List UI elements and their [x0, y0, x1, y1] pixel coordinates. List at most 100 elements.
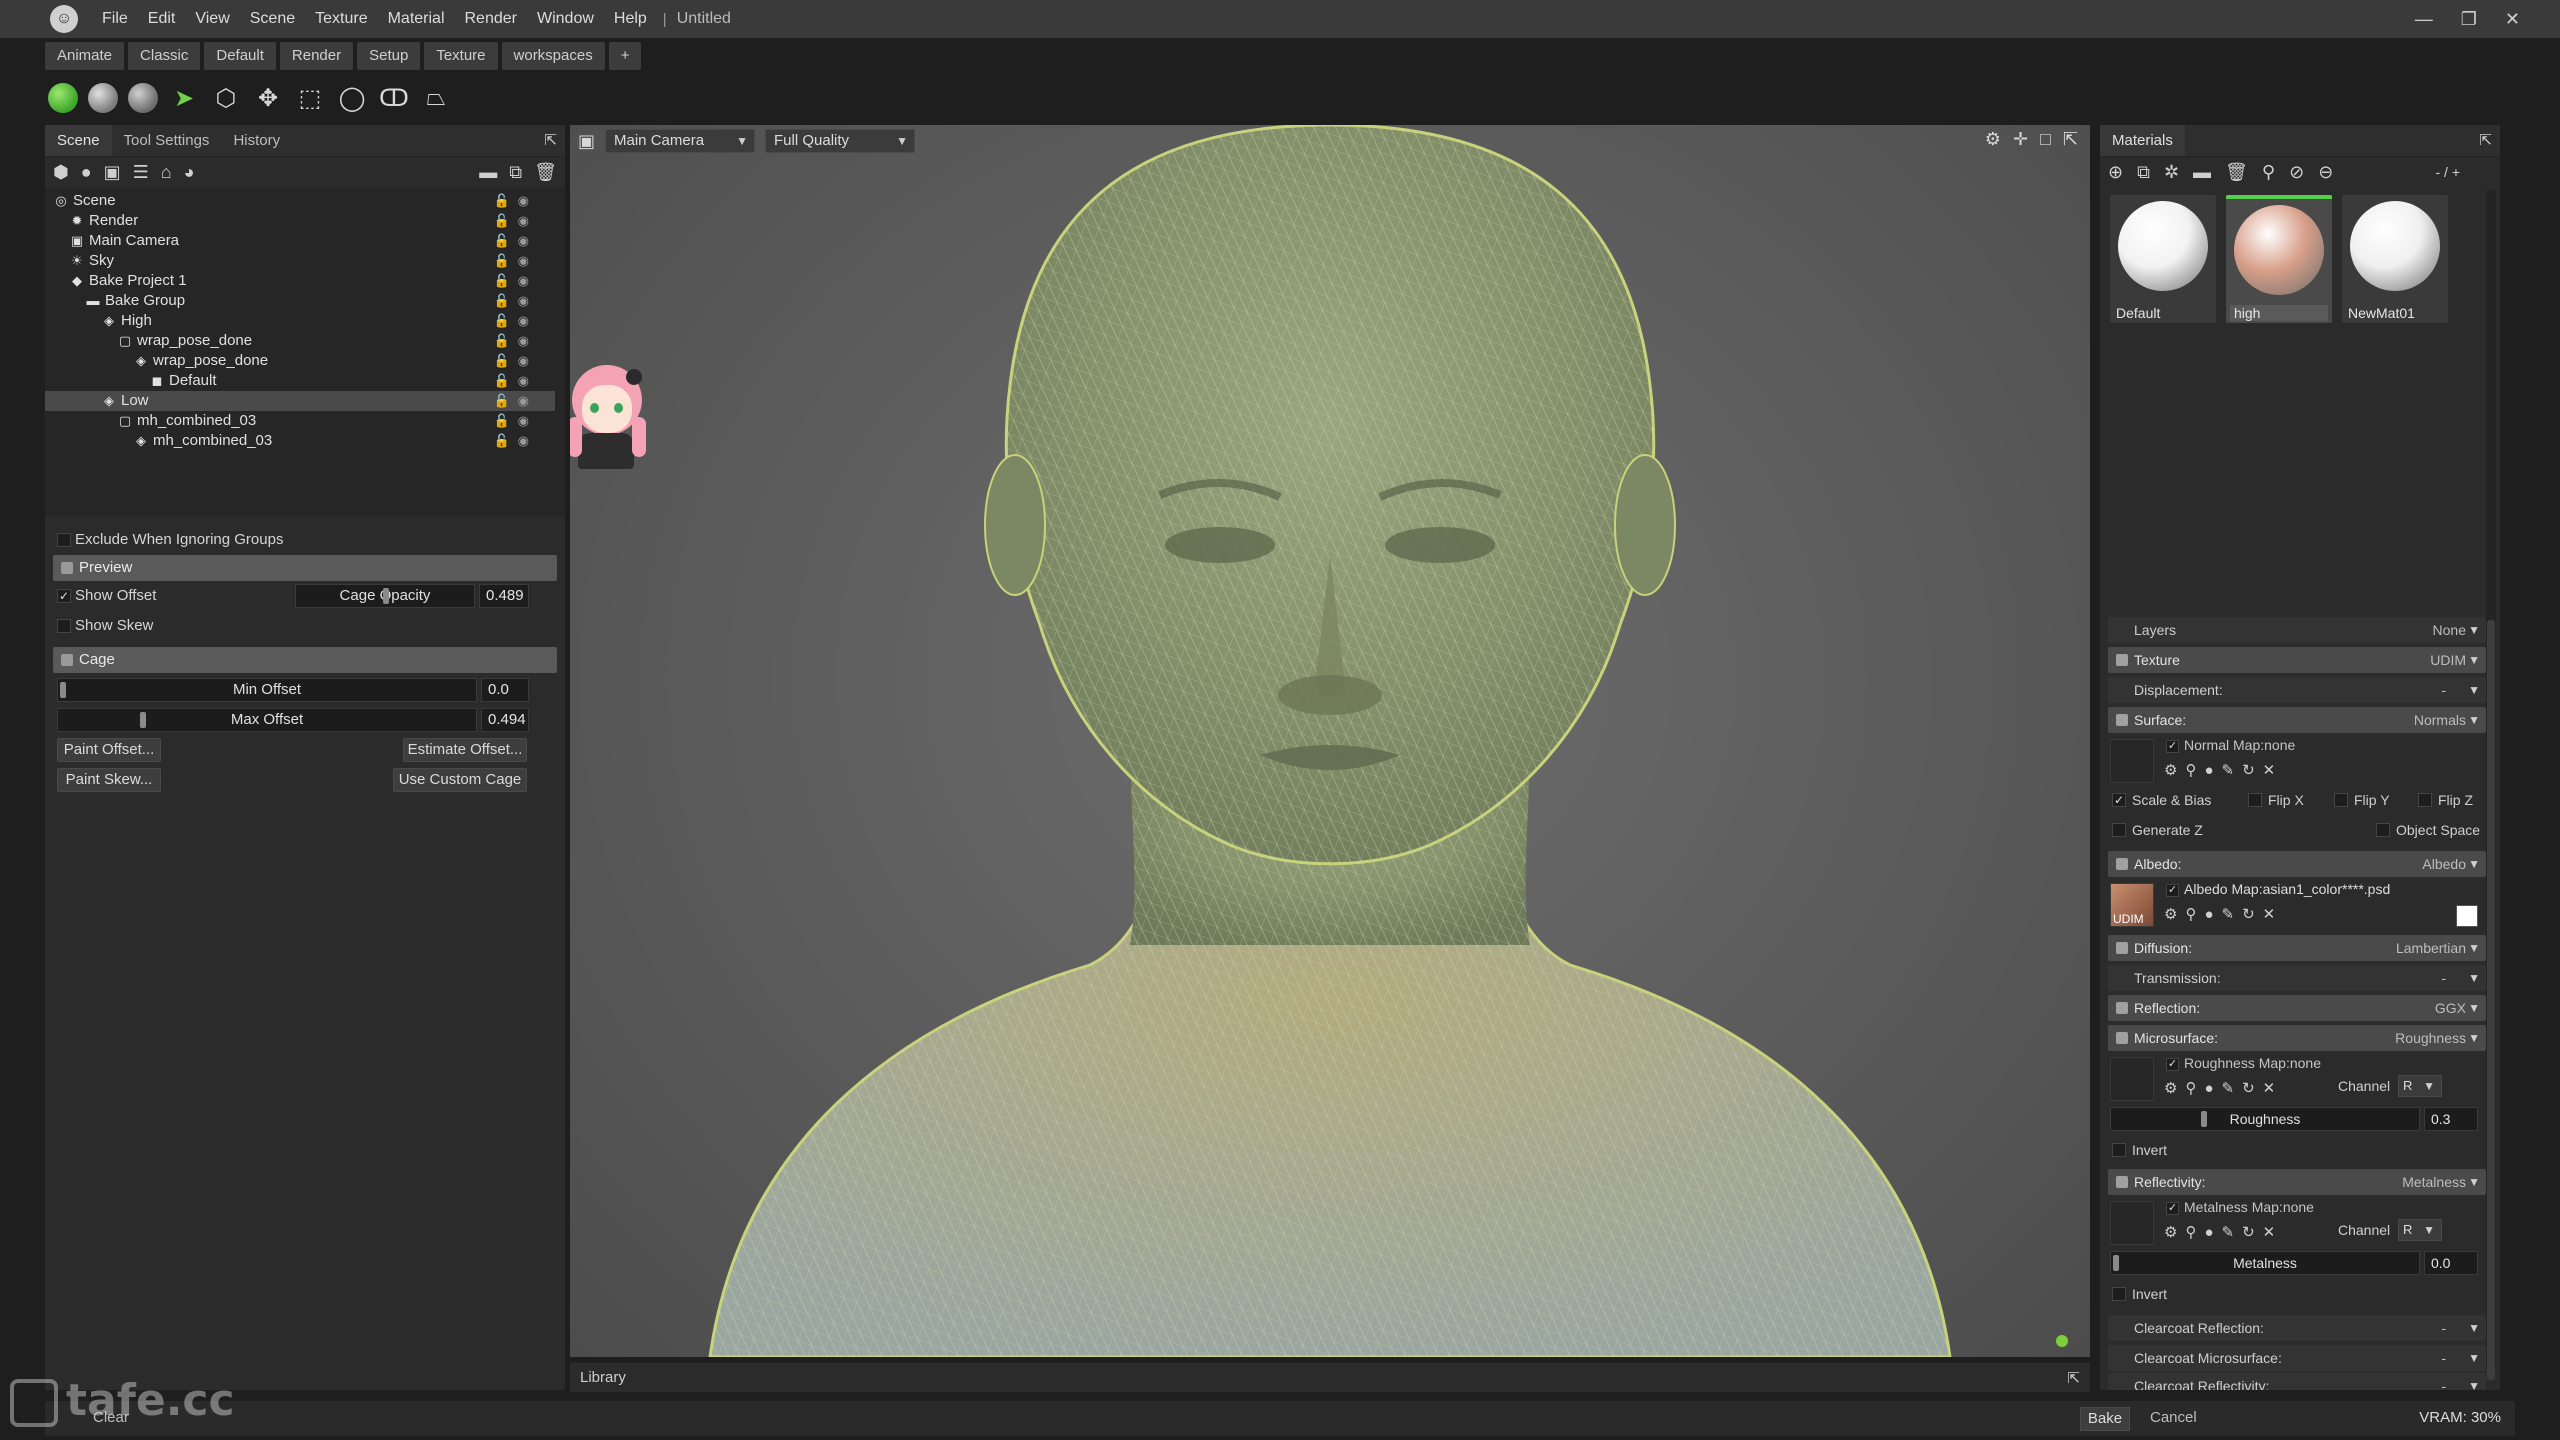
tab-scene[interactable]: Scene	[45, 125, 112, 156]
lock-icon[interactable]: 🔓	[493, 413, 517, 428]
tab-tool-settings[interactable]: Tool Settings	[112, 125, 222, 156]
brush-icon[interactable]: ●	[2204, 906, 2221, 923]
visibility-eye-icon[interactable]: ◉	[518, 213, 537, 228]
cage-opacity-slider[interactable]: Cage Opacity	[295, 584, 475, 608]
picker-icon[interactable]: ⚲	[2262, 162, 2275, 183]
close-icon[interactable]: ✕	[2263, 762, 2284, 779]
albedo-map-name[interactable]: Albedo Map:asian1_color****.psd	[2184, 881, 2390, 897]
roughness-slider[interactable]: Roughness	[2110, 1107, 2420, 1131]
popout-icon[interactable]: ⇱	[544, 125, 565, 156]
max-offset-slider[interactable]: Max Offset	[57, 708, 477, 732]
folder-icon[interactable]: ▬	[2193, 162, 2211, 183]
add-workspace-button[interactable]: +	[608, 42, 642, 70]
tree-item[interactable]: ▣ Main Camera 🔓◉	[45, 231, 555, 251]
minimize-icon[interactable]: —	[2415, 9, 2433, 30]
roughness-knob[interactable]	[2201, 1111, 2207, 1127]
reflectivity-section-header[interactable]: Reflectivity: Metalness ▼	[2108, 1169, 2486, 1195]
delete-icon[interactable]: 🗑	[534, 162, 557, 183]
surface-section-header[interactable]: Surface: Normals ▼	[2108, 707, 2486, 733]
metalness-map-name[interactable]: Metalness Map:none	[2184, 1199, 2314, 1215]
tree-item[interactable]: ▢ mh_combined_03 🔓◉	[45, 411, 555, 431]
select-tool-icon[interactable]: ➤	[168, 82, 200, 114]
menu-file[interactable]: File	[92, 10, 138, 28]
search-icon[interactable]: ⚲	[2185, 1224, 2204, 1241]
tree-item[interactable]: ◼ Default 🔓◉	[45, 371, 555, 391]
brush-icon[interactable]: ●	[2204, 1080, 2221, 1097]
visibility-eye-icon[interactable]: ◉	[518, 293, 537, 308]
paint-skew-button[interactable]: Paint Skew...	[57, 768, 161, 792]
flip-z-checkbox[interactable]	[2418, 793, 2432, 807]
clearcoat-microsurface-row[interactable]: Clearcoat Microsurface: - ▼	[2108, 1345, 2486, 1371]
duplicate-icon[interactable]: ⧉	[509, 162, 522, 183]
lock-icon[interactable]: 🔓	[493, 273, 517, 288]
tree-item[interactable]: ☀ Sky 🔓◉	[45, 251, 555, 271]
metalness-map-checkbox[interactable]: ✓	[2166, 1202, 2179, 1215]
popout-icon[interactable]: ⇱	[2063, 129, 2078, 150]
gear-icon[interactable]: ⚙	[2164, 1224, 2185, 1241]
add-object-icon[interactable]: ⬢	[53, 162, 69, 183]
bake-button[interactable]: Bake	[2080, 1407, 2130, 1431]
edit-icon[interactable]: ✎	[2222, 762, 2243, 779]
clearcoat-reflectivity-row[interactable]: Clearcoat Reflectivity: - ▼	[2108, 1373, 2486, 1390]
max-offset-value[interactable]: 0.494	[481, 708, 529, 732]
use-custom-cage-button[interactable]: Use Custom Cage	[393, 768, 527, 792]
preview-section-header[interactable]: Preview	[53, 555, 557, 581]
clearcoat-reflection-row[interactable]: Clearcoat Reflection: - ▼	[2108, 1315, 2486, 1341]
paint-offset-button[interactable]: Paint Offset...	[57, 738, 161, 762]
menu-texture[interactable]: Texture	[305, 10, 377, 28]
lock-icon[interactable]: 🔓	[493, 193, 517, 208]
tab-render[interactable]: Render	[279, 42, 354, 70]
tree-item[interactable]: ◈ Low 🔓◉	[45, 391, 555, 411]
lock-icon[interactable]: 🔓	[493, 333, 517, 348]
menu-render[interactable]: Render	[455, 10, 527, 28]
lock-icon[interactable]: 🔓	[493, 393, 517, 408]
folder-icon[interactable]: ▬	[479, 162, 497, 183]
add-shadow-icon[interactable]: ◕	[184, 162, 195, 183]
menu-material[interactable]: Material	[378, 10, 455, 28]
gear-icon[interactable]: ⚙	[2164, 762, 2185, 779]
visibility-eye-icon[interactable]: ◉	[518, 393, 537, 408]
tab-workspaces[interactable]: workspaces	[501, 42, 605, 70]
scale-bias-checkbox[interactable]: ✓	[2112, 793, 2126, 807]
close-icon[interactable]: ✕	[2263, 1224, 2284, 1241]
tree-item[interactable]: ◆ Bake Project 1 🔓◉	[45, 271, 555, 291]
metalness-invert-checkbox[interactable]	[2112, 1287, 2126, 1301]
gear-icon[interactable]: ⚙	[1985, 129, 2001, 150]
refresh-icon[interactable]: ↻	[2242, 762, 2263, 779]
search-icon[interactable]: ⚲	[2185, 906, 2204, 923]
lock-icon[interactable]: 🔓	[493, 313, 517, 328]
lock-icon[interactable]: 🔓	[493, 233, 517, 248]
estimate-offset-button[interactable]: Estimate Offset...	[403, 738, 527, 762]
visibility-eye-icon[interactable]: ◉	[518, 413, 537, 428]
gear-icon[interactable]: ⚙	[2164, 1080, 2185, 1097]
visibility-eye-icon[interactable]: ◉	[518, 253, 537, 268]
visibility-eye-icon[interactable]: ◉	[518, 273, 537, 288]
delete-icon[interactable]: 🗑	[2225, 162, 2248, 183]
cage-section-header[interactable]: Cage	[53, 647, 557, 673]
object-tool-icon[interactable]: ⬡	[210, 82, 242, 114]
roughness-value[interactable]: 0.3	[2424, 1107, 2478, 1131]
roughness-map-thumbnail[interactable]	[2110, 1057, 2154, 1101]
library-tab[interactable]: Library	[580, 1369, 626, 1386]
close-icon[interactable]: ✕	[2505, 9, 2520, 30]
albedo-color-swatch[interactable]	[2456, 905, 2478, 927]
cage-opacity-value[interactable]: 0.489	[479, 584, 529, 608]
search-icon[interactable]: ⚲	[2185, 762, 2204, 779]
cancel-button[interactable]: Cancel	[2150, 1409, 2197, 1426]
exclude-ignoring-groups[interactable]: Exclude When Ignoring Groups	[45, 525, 565, 555]
tree-item[interactable]: ◈ mh_combined_03 🔓◉	[45, 431, 555, 451]
show-offset-checkbox[interactable]: ✓	[57, 589, 71, 603]
show-skew-checkbox[interactable]	[57, 619, 71, 633]
edit-icon[interactable]: ✎	[2222, 906, 2243, 923]
albedo-section-header[interactable]: Albedo: Albedo ▼	[2108, 851, 2486, 877]
visibility-eye-icon[interactable]: ◉	[518, 373, 537, 388]
tab-animate[interactable]: Animate	[45, 42, 125, 70]
reset-icon[interactable]: ⊖	[2318, 162, 2333, 183]
roughness-map-name[interactable]: Roughness Map:none	[2184, 1055, 2321, 1071]
close-icon[interactable]: ✕	[2263, 906, 2284, 923]
duplicate-material-icon[interactable]: ⧉	[2137, 162, 2150, 183]
move-view-icon[interactable]: ✛	[2013, 129, 2028, 150]
material-card[interactable]: high	[2226, 195, 2332, 323]
visibility-eye-icon[interactable]: ◉	[518, 313, 537, 328]
materials-scrollbar-thumb[interactable]	[2487, 620, 2495, 1380]
